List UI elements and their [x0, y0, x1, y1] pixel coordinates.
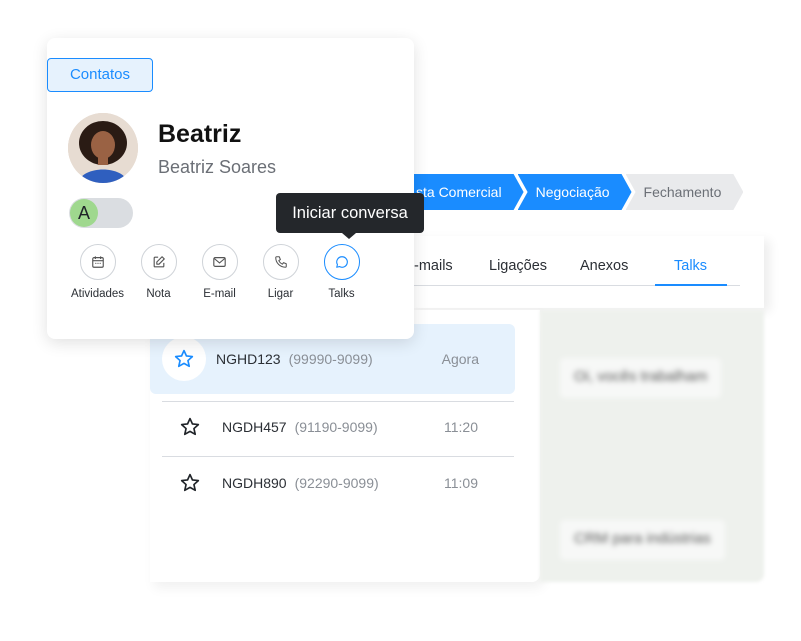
conversation-time: 11:20 — [444, 419, 478, 435]
atividades-button[interactable]: Atividades — [67, 244, 128, 300]
tab-emails[interactable]: -mails — [414, 258, 453, 274]
pipeline-stages: sta Comercial Negociação Fechamento — [398, 174, 743, 210]
stage-fechamento[interactable]: Fechamento — [626, 174, 744, 210]
conversation-code: NGDH457 — [222, 419, 287, 435]
contact-name: Beatriz — [158, 120, 242, 148]
contact-full-name: Beatriz Soares — [158, 157, 277, 177]
tab-talks[interactable]: Talks — [674, 258, 707, 274]
email-button[interactable]: E-mail — [189, 244, 250, 300]
chat-message: Oi, vocês trabalham — [560, 358, 722, 398]
toggle-initial: A — [70, 199, 98, 227]
nota-button[interactable]: Nota — [128, 244, 189, 300]
ligar-button[interactable]: Ligar — [250, 244, 311, 300]
mail-icon — [201, 244, 238, 280]
stage-negociacao[interactable]: Negociação — [518, 174, 632, 210]
tab-ligacoes[interactable]: Ligações — [489, 258, 547, 274]
tab-anexos[interactable]: Anexos — [580, 258, 628, 274]
conversation-row[interactable]: NGDH890 (92290-9099) 11:09 — [162, 455, 514, 511]
chat-bubble-icon — [323, 244, 360, 280]
conversation-phone: (99990-9099) — [288, 351, 373, 367]
avatar — [68, 113, 138, 183]
contact-actions: Atividades Nota E-mail Ligar Talks — [67, 244, 372, 300]
conversation-list: NGHD123 (99990-9099) Agora NGDH457 (9119… — [150, 310, 540, 582]
calendar-icon — [79, 244, 116, 280]
action-label: Atividades — [70, 288, 125, 300]
status-toggle[interactable]: A — [69, 198, 133, 228]
contacts-tab[interactable]: Contatos — [47, 58, 153, 92]
tabs: -mails Ligações Anexos Talks — [410, 250, 740, 286]
conversation-phone: (91190-9099) — [294, 419, 378, 435]
contact-card: Contatos Beatriz Beatriz Soares A Ativid… — [47, 38, 414, 339]
phone-icon — [262, 244, 299, 280]
edit-note-icon — [140, 244, 177, 280]
star-icon[interactable] — [162, 337, 206, 381]
conversation-row[interactable]: NGDH457 (91190-9099) 11:20 — [162, 399, 514, 455]
tab-active-indicator — [655, 284, 727, 286]
conversation-time: 11:09 — [444, 475, 478, 491]
action-label: Ligar — [267, 288, 294, 300]
star-icon[interactable] — [168, 405, 212, 449]
chat-message: CRM para indústrias — [560, 520, 725, 560]
conversation-phone: (92290-9099) — [294, 475, 379, 491]
tooltip-iniciar-conversa: Iniciar conversa — [276, 193, 424, 239]
conversation-code: NGHD123 — [216, 351, 281, 367]
action-label: E-mail — [203, 288, 236, 300]
conversation-time: Agora — [441, 351, 479, 367]
action-label: Nota — [146, 288, 171, 300]
chat-panel: Oi, vocês trabalham CRM para indústrias — [540, 310, 764, 582]
star-icon[interactable] — [168, 461, 212, 505]
talks-button[interactable]: Talks — [311, 244, 372, 300]
conversation-code: NGDH890 — [222, 475, 287, 491]
tabs-bar: -mails Ligações Anexos Talks — [410, 236, 764, 308]
action-label: Talks — [328, 288, 355, 300]
